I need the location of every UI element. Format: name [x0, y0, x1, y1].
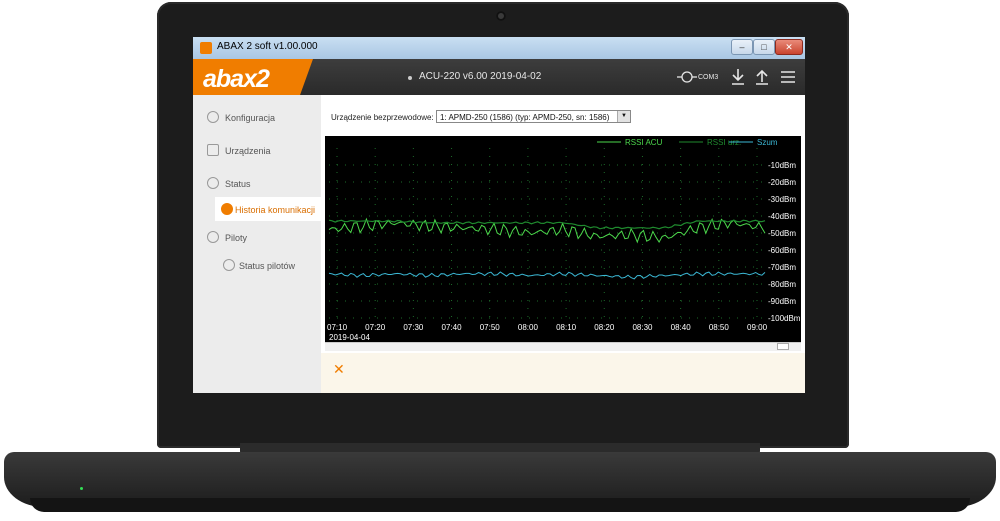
connection-icon[interactable] — [677, 69, 697, 88]
sidebar-item-status-pilotow[interactable]: Status pilotów — [239, 261, 295, 271]
sidebar-item-historia-komunikacji: Historia komunikacji — [235, 205, 316, 215]
legend-label: RSSI ACU — [625, 138, 663, 147]
y-tick-label: -10dBm — [768, 161, 796, 170]
device-select-label: Urządzenie bezprzewodowe: — [331, 113, 434, 122]
y-tick-label: -80dBm — [768, 280, 796, 289]
device-select-value: 1: APMD-250 (1586) (typ: APMD-250, sn: 1… — [440, 113, 610, 122]
menu-icon[interactable] — [781, 71, 795, 86]
main-panel: Urządzenie bezprzewodowe: 1: APMD-250 (1… — [321, 95, 805, 393]
series-line-2 — [328, 271, 766, 280]
laptop-base-front — [30, 498, 970, 512]
x-tick-label: 07:20 — [365, 323, 386, 332]
x-tick-label: 07:50 — [480, 323, 501, 332]
y-tick-label: -30dBm — [768, 195, 796, 204]
history-icon — [221, 203, 233, 215]
y-tick-label: -50dBm — [768, 229, 796, 238]
maximize-button[interactable]: □ — [753, 39, 775, 55]
sidebar-item-urzadzenia[interactable]: Urządzenia — [225, 146, 271, 156]
x-tick-label: 08:00 — [518, 323, 539, 332]
upload-icon[interactable] — [755, 68, 769, 89]
y-tick-label: -90dBm — [768, 297, 796, 306]
sidebar: Konfiguracja Urządzenia Status Historia … — [193, 95, 321, 393]
x-tick-label: 07:10 — [327, 323, 348, 332]
date-label: 2019-04-04 — [329, 333, 370, 342]
y-tick-label: -100dBm — [768, 314, 801, 323]
x-tick-label: 08:30 — [632, 323, 653, 332]
webcam-icon — [496, 11, 506, 21]
rssi-chart: -10dBm -20dBm -30dBm -40dBm -50dBm -60dBm -70d… — [325, 136, 801, 342]
scroll-thumb[interactable] — [777, 343, 789, 350]
sidebar-item-status[interactable]: Status — [225, 179, 251, 189]
x-tick-label: 08:10 — [556, 323, 577, 332]
status-dot-icon — [408, 76, 412, 80]
sidebar-item-piloty[interactable]: Piloty — [225, 233, 247, 243]
x-tick-label: 08:40 — [671, 323, 692, 332]
app-icon — [200, 42, 212, 54]
app-window: ABAX 2 soft v1.00.000 – □ ✕ abax2 ACU-22… — [193, 37, 805, 393]
device-info: ACU-220 v6.00 2019-04-02 — [419, 71, 542, 82]
app-logo: abax2 — [203, 65, 270, 93]
rssi-chart-svg: -10dBm -20dBm -30dBm -40dBm -50dBm -60dBm -70d… — [327, 138, 801, 342]
sidebar-item-historia-active[interactable]: Historia komunikacji — [215, 197, 321, 221]
close-window-button[interactable]: ✕ — [775, 39, 803, 55]
legend-label: Szum — [757, 138, 778, 147]
x-tick-label: 09:00 — [747, 323, 768, 332]
window-titlebar[interactable]: ABAX 2 soft v1.00.000 – □ ✕ — [193, 37, 805, 59]
x-tick-label: 07:30 — [403, 323, 424, 332]
device-icon — [207, 144, 219, 156]
chart-scrollbar[interactable] — [325, 342, 801, 351]
y-tick-label: -70dBm — [768, 263, 796, 272]
chevron-down-icon[interactable]: ▼ — [617, 111, 630, 122]
y-tick-label: -60dBm — [768, 246, 796, 255]
power-led-icon — [80, 487, 83, 490]
y-tick-label: -40dBm — [768, 212, 796, 221]
sidebar-item-konfiguracja[interactable]: Konfiguracja — [225, 113, 275, 123]
bottom-panel: ✕ — [321, 353, 805, 393]
device-select[interactable]: 1: APMD-250 (1586) (typ: APMD-250, sn: 1… — [436, 110, 631, 123]
remote-icon — [207, 231, 219, 243]
gear-icon — [207, 111, 219, 123]
clear-icon[interactable]: ✕ — [333, 361, 345, 378]
window-title: ABAX 2 soft v1.00.000 — [217, 41, 318, 52]
x-tick-label: 07:40 — [442, 323, 463, 332]
x-tick-label: 08:50 — [709, 323, 730, 332]
status-icon — [207, 177, 219, 189]
minimize-button[interactable]: – — [731, 39, 753, 55]
download-icon[interactable] — [731, 68, 745, 89]
remote-status-icon — [223, 259, 235, 271]
x-tick-label: 08:20 — [594, 323, 615, 332]
y-tick-label: -20dBm — [768, 178, 796, 187]
com-port-label: COM3 — [698, 74, 719, 81]
